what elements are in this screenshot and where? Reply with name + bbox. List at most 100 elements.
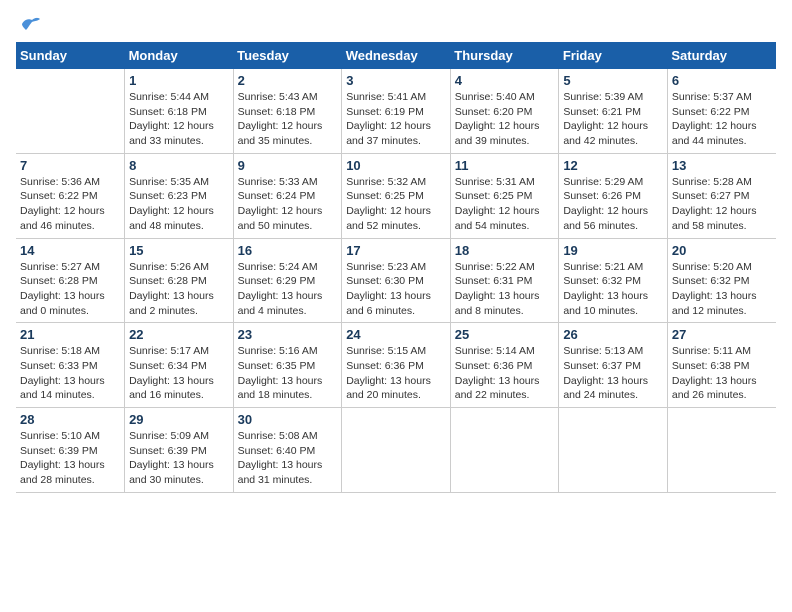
- calendar-cell: [667, 408, 776, 493]
- day-info: Sunrise: 5:13 AM Sunset: 6:37 PM Dayligh…: [563, 344, 663, 403]
- day-number: 8: [129, 158, 229, 173]
- calendar-cell: [342, 408, 451, 493]
- day-number: 18: [455, 243, 555, 258]
- calendar-cell: 1 Sunrise: 5:44 AM Sunset: 6:18 PM Daylig…: [125, 69, 234, 153]
- day-number: 4: [455, 73, 555, 88]
- day-info: Sunrise: 5:35 AM Sunset: 6:23 PM Dayligh…: [129, 175, 229, 234]
- day-info: Sunrise: 5:40 AM Sunset: 6:20 PM Dayligh…: [455, 90, 555, 149]
- day-number: 14: [20, 243, 120, 258]
- day-info: Sunrise: 5:36 AM Sunset: 6:22 PM Dayligh…: [20, 175, 120, 234]
- calendar-cell: 20 Sunrise: 5:20 AM Sunset: 6:32 PM Dayli…: [667, 238, 776, 323]
- bird-icon: [20, 16, 42, 34]
- weekday-header-row: SundayMondayTuesdayWednesdayThursdayFrid…: [16, 42, 776, 69]
- calendar-cell: 12 Sunrise: 5:29 AM Sunset: 6:26 PM Dayli…: [559, 153, 668, 238]
- day-info: Sunrise: 5:23 AM Sunset: 6:30 PM Dayligh…: [346, 260, 446, 319]
- day-number: 20: [672, 243, 772, 258]
- calendar-cell: 5 Sunrise: 5:39 AM Sunset: 6:21 PM Daylig…: [559, 69, 668, 153]
- calendar-cell: 11 Sunrise: 5:31 AM Sunset: 6:25 PM Dayli…: [450, 153, 559, 238]
- day-number: 27: [672, 327, 772, 342]
- calendar-cell: [450, 408, 559, 493]
- day-number: 29: [129, 412, 229, 427]
- calendar-cell: 28 Sunrise: 5:10 AM Sunset: 6:39 PM Dayli…: [16, 408, 125, 493]
- weekday-header-sunday: Sunday: [16, 42, 125, 69]
- day-info: Sunrise: 5:24 AM Sunset: 6:29 PM Dayligh…: [238, 260, 338, 319]
- day-info: Sunrise: 5:33 AM Sunset: 6:24 PM Dayligh…: [238, 175, 338, 234]
- day-info: Sunrise: 5:17 AM Sunset: 6:34 PM Dayligh…: [129, 344, 229, 403]
- week-row-3: 14 Sunrise: 5:27 AM Sunset: 6:28 PM Dayli…: [16, 238, 776, 323]
- calendar-cell: [559, 408, 668, 493]
- calendar-cell: 18 Sunrise: 5:22 AM Sunset: 6:31 PM Dayli…: [450, 238, 559, 323]
- day-info: Sunrise: 5:18 AM Sunset: 6:33 PM Dayligh…: [20, 344, 120, 403]
- calendar-cell: 19Sunrise: 5:21 AM Sunset: 6:32 PM Dayli…: [559, 238, 668, 323]
- day-info: Sunrise: 5:29 AM Sunset: 6:26 PM Dayligh…: [563, 175, 663, 234]
- week-row-5: 28 Sunrise: 5:10 AM Sunset: 6:39 PM Dayli…: [16, 408, 776, 493]
- calendar-cell: 8 Sunrise: 5:35 AM Sunset: 6:23 PM Daylig…: [125, 153, 234, 238]
- weekday-header-thursday: Thursday: [450, 42, 559, 69]
- day-number: 9: [238, 158, 338, 173]
- weekday-header-monday: Monday: [125, 42, 234, 69]
- day-number: 7: [20, 158, 120, 173]
- logo: [16, 16, 42, 34]
- day-number: 21: [20, 327, 120, 342]
- day-info: Sunrise: 5:31 AM Sunset: 6:25 PM Dayligh…: [455, 175, 555, 234]
- day-info: Sunrise: 5:26 AM Sunset: 6:28 PM Dayligh…: [129, 260, 229, 319]
- day-info: Sunrise: 5:41 AM Sunset: 6:19 PM Dayligh…: [346, 90, 446, 149]
- day-info: Sunrise: 5:37 AM Sunset: 6:22 PM Dayligh…: [672, 90, 772, 149]
- day-number: 19: [563, 243, 663, 258]
- calendar-cell: 24 Sunrise: 5:15 AM Sunset: 6:36 PM Dayli…: [342, 323, 451, 408]
- day-info: Sunrise: 5:28 AM Sunset: 6:27 PM Dayligh…: [672, 175, 772, 234]
- day-number: 1: [129, 73, 229, 88]
- weekday-header-wednesday: Wednesday: [342, 42, 451, 69]
- day-number: 24: [346, 327, 446, 342]
- day-info: Sunrise: 5:22 AM Sunset: 6:31 PM Dayligh…: [455, 260, 555, 319]
- day-number: 17: [346, 243, 446, 258]
- calendar-cell: 2 Sunrise: 5:43 AM Sunset: 6:18 PM Daylig…: [233, 69, 342, 153]
- day-number: 3: [346, 73, 446, 88]
- day-number: 16: [238, 243, 338, 258]
- calendar-cell: 9 Sunrise: 5:33 AM Sunset: 6:24 PM Daylig…: [233, 153, 342, 238]
- day-number: 15: [129, 243, 229, 258]
- day-info: Sunrise: 5:43 AM Sunset: 6:18 PM Dayligh…: [238, 90, 338, 149]
- day-info: Sunrise: 5:15 AM Sunset: 6:36 PM Dayligh…: [346, 344, 446, 403]
- day-info: Sunrise: 5:39 AM Sunset: 6:21 PM Dayligh…: [563, 90, 663, 149]
- day-info: Sunrise: 5:08 AM Sunset: 6:40 PM Dayligh…: [238, 429, 338, 488]
- day-info: Sunrise: 5:09 AM Sunset: 6:39 PM Dayligh…: [129, 429, 229, 488]
- day-number: 2: [238, 73, 338, 88]
- day-info: Sunrise: 5:32 AM Sunset: 6:25 PM Dayligh…: [346, 175, 446, 234]
- calendar-cell: 30Sunrise: 5:08 AM Sunset: 6:40 PM Dayli…: [233, 408, 342, 493]
- calendar-cell: 16 Sunrise: 5:24 AM Sunset: 6:29 PM Dayli…: [233, 238, 342, 323]
- calendar-cell: 17 Sunrise: 5:23 AM Sunset: 6:30 PM Dayli…: [342, 238, 451, 323]
- calendar-cell: 27 Sunrise: 5:11 AM Sunset: 6:38 PM Dayli…: [667, 323, 776, 408]
- day-info: Sunrise: 5:20 AM Sunset: 6:32 PM Dayligh…: [672, 260, 772, 319]
- day-number: 10: [346, 158, 446, 173]
- calendar-cell: 23Sunrise: 5:16 AM Sunset: 6:35 PM Dayli…: [233, 323, 342, 408]
- weekday-header-saturday: Saturday: [667, 42, 776, 69]
- calendar-cell: 15 Sunrise: 5:26 AM Sunset: 6:28 PM Dayli…: [125, 238, 234, 323]
- day-info: Sunrise: 5:11 AM Sunset: 6:38 PM Dayligh…: [672, 344, 772, 403]
- day-number: 28: [20, 412, 120, 427]
- day-number: 22: [129, 327, 229, 342]
- header: [16, 16, 776, 34]
- day-number: 5: [563, 73, 663, 88]
- week-row-1: 1 Sunrise: 5:44 AM Sunset: 6:18 PM Daylig…: [16, 69, 776, 153]
- calendar-cell: 25 Sunrise: 5:14 AM Sunset: 6:36 PM Dayli…: [450, 323, 559, 408]
- day-number: 11: [455, 158, 555, 173]
- calendar-cell: 14 Sunrise: 5:27 AM Sunset: 6:28 PM Dayli…: [16, 238, 125, 323]
- day-info: Sunrise: 5:14 AM Sunset: 6:36 PM Dayligh…: [455, 344, 555, 403]
- day-number: 13: [672, 158, 772, 173]
- calendar-cell: 10 Sunrise: 5:32 AM Sunset: 6:25 PM Dayli…: [342, 153, 451, 238]
- calendar-cell: 13 Sunrise: 5:28 AM Sunset: 6:27 PM Dayli…: [667, 153, 776, 238]
- day-number: 12: [563, 158, 663, 173]
- day-info: Sunrise: 5:44 AM Sunset: 6:18 PM Dayligh…: [129, 90, 229, 149]
- calendar-cell: 7 Sunrise: 5:36 AM Sunset: 6:22 PM Daylig…: [16, 153, 125, 238]
- day-info: Sunrise: 5:10 AM Sunset: 6:39 PM Dayligh…: [20, 429, 120, 488]
- weekday-header-tuesday: Tuesday: [233, 42, 342, 69]
- day-number: 25: [455, 327, 555, 342]
- calendar-cell: 29 Sunrise: 5:09 AM Sunset: 6:39 PM Dayli…: [125, 408, 234, 493]
- calendar-cell: 6Sunrise: 5:37 AM Sunset: 6:22 PM Daylig…: [667, 69, 776, 153]
- week-row-2: 7 Sunrise: 5:36 AM Sunset: 6:22 PM Daylig…: [16, 153, 776, 238]
- weekday-header-friday: Friday: [559, 42, 668, 69]
- week-row-4: 21 Sunrise: 5:18 AM Sunset: 6:33 PM Dayli…: [16, 323, 776, 408]
- calendar-cell: 21 Sunrise: 5:18 AM Sunset: 6:33 PM Dayli…: [16, 323, 125, 408]
- day-info: Sunrise: 5:27 AM Sunset: 6:28 PM Dayligh…: [20, 260, 120, 319]
